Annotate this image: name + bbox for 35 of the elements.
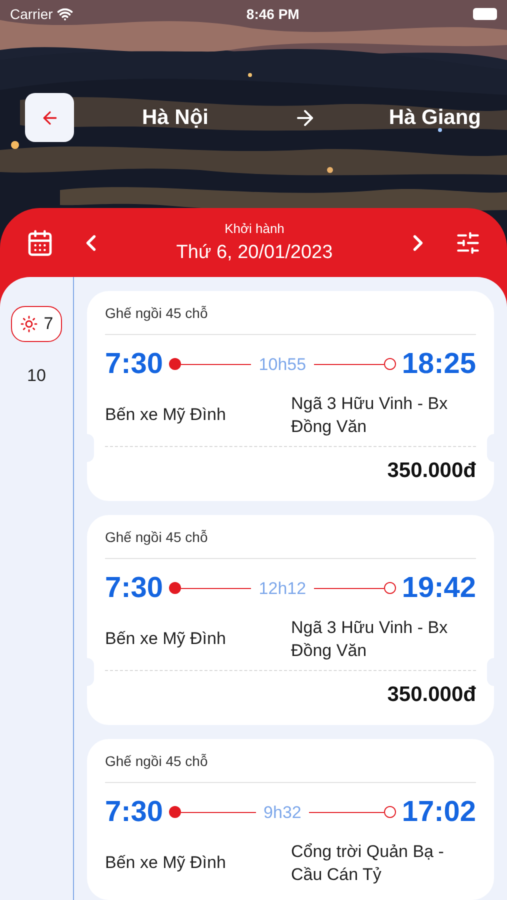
clock: 8:46 PM (246, 4, 300, 24)
departure-time: 7:30 (105, 570, 164, 606)
trip-duration: 10h55 (258, 354, 308, 376)
departure-station: Bến xe Mỹ Đình (105, 852, 227, 874)
arrival-time: 19:42 (402, 570, 476, 606)
wifi-icon (56, 6, 73, 22)
back-button[interactable] (25, 93, 74, 142)
trip-duration: 12h12 (258, 578, 308, 600)
arrival-station: Cổng trời Quản Bạ - Cầu Cán Tỷ (291, 841, 445, 886)
arrival-time: 18:25 (402, 346, 476, 382)
ticket-price: 350.000đ (387, 458, 476, 484)
arrival-station: Ngã 3 Hữu Vinh - Bx Đồng Văn (291, 393, 449, 438)
sun-icon (20, 314, 38, 332)
seat-type: Ghế ngồi 45 chỗ (105, 528, 209, 547)
calendar-icon[interactable] (26, 229, 54, 258)
trip-duration: 9h32 (262, 802, 302, 824)
departure-label: Khởi hành (224, 220, 284, 238)
trip-card[interactable]: Ghế ngồi 45 chỗ 7:30 9h32 17:02 Bến xe Mỹ Đình Cổng trời Quản Bạ - Cầu Cán Tỷ (87, 738, 494, 900)
battery-icon (472, 8, 497, 20)
carrier-label: Carrier (10, 4, 53, 24)
departure-time: 7:30 (105, 794, 164, 830)
filter-icon[interactable] (455, 230, 481, 256)
departure-time: 7:30 (105, 346, 164, 382)
seat-type: Ghế ngồi 45 chỗ (105, 304, 209, 323)
hour-filter[interactable]: 7 (10, 306, 62, 342)
seat-type: Ghế ngồi 45 chỗ (105, 752, 209, 771)
arrival-station: Ngã 3 Hữu Vinh - Bx Đồng Văn (291, 617, 449, 662)
destination-city: Hà Giang (388, 104, 481, 131)
ticket-price: 350.000đ (387, 682, 476, 708)
departure-date: Thứ 6, 20/01/2023 (176, 240, 333, 265)
departure-station: Bến xe Mỹ Đình (105, 404, 227, 426)
arrival-time: 17:02 (402, 794, 476, 830)
departure-station: Bến xe Mỹ Đình (105, 628, 227, 650)
origin-city: Hà Nội (142, 104, 209, 131)
hour-filter[interactable]: 10 (19, 358, 54, 394)
